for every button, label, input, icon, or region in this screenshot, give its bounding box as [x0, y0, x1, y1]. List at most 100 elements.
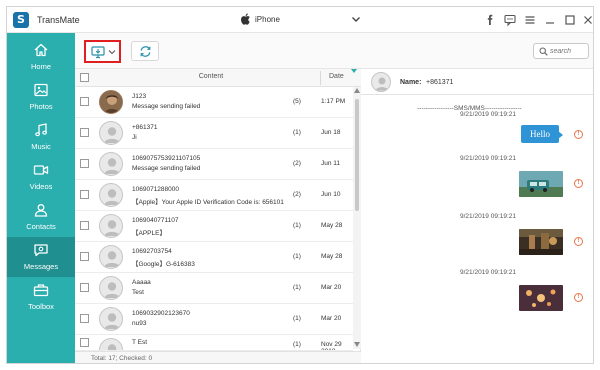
message-count: (1): [293, 284, 301, 291]
message-count: (1): [293, 253, 301, 260]
message-preview: Message sending failed: [132, 165, 201, 172]
app-logo: S: [13, 12, 29, 28]
table-row[interactable]: J123 Message sending failed (5) 1:17 PM: [75, 87, 353, 118]
row-checkbox[interactable]: [80, 159, 89, 168]
device-name: iPhone: [255, 15, 280, 24]
list-scrollbar[interactable]: [353, 87, 361, 349]
message-count: (1): [293, 315, 301, 322]
photos-icon: [34, 83, 48, 97]
column-header-content[interactable]: Content: [155, 73, 267, 80]
table-row[interactable]: 1069075753921107105 Message sending fail…: [75, 149, 353, 180]
default-avatar-icon: [104, 220, 120, 236]
chevron-down-icon: [108, 50, 116, 55]
contact-name: T Est: [132, 339, 148, 346]
sidebar-item-label: Toolbox: [28, 302, 54, 311]
sidebar-item-label: Music: [31, 142, 51, 151]
table-row[interactable]: Aaaaa Test (1) Mar 20: [75, 273, 353, 304]
message-list-pane: Content Date J123 Message sending failed…: [75, 69, 361, 363]
conversation-header: Name: +861371: [361, 69, 593, 95]
error-icon[interactable]: !: [574, 179, 583, 188]
row-checkbox[interactable]: [80, 283, 89, 292]
avatar: [99, 90, 123, 114]
sidebar-item-messages[interactable]: Messages: [7, 237, 75, 277]
table-row[interactable]: 10692703754 【Google】G-616383 (1) May 28: [75, 242, 353, 273]
row-checkbox[interactable]: [80, 314, 89, 323]
row-checkbox[interactable]: [80, 97, 89, 106]
list-header: Content Date: [75, 69, 361, 87]
maximize-icon[interactable]: [563, 13, 577, 27]
avatar: [99, 276, 123, 300]
sidebar-item-music[interactable]: Music: [7, 117, 75, 157]
default-avatar-icon: [104, 189, 120, 205]
message-date: May 28: [321, 253, 343, 260]
refresh-button[interactable]: [131, 41, 159, 61]
videos-icon: [33, 165, 49, 175]
error-icon[interactable]: !: [574, 237, 583, 246]
search-input[interactable]: [550, 45, 588, 57]
contact-name: 1069071288000: [132, 186, 179, 193]
avatar: [99, 121, 123, 145]
sidebar-item-photos[interactable]: Photos: [7, 77, 75, 117]
message-bubble: Hello: [521, 125, 559, 143]
message-preview: Test: [132, 289, 144, 296]
toolbox-icon: [33, 284, 49, 297]
error-icon[interactable]: !: [574, 293, 583, 302]
scroll-up-icon[interactable]: [354, 88, 360, 93]
scrollbar-thumb[interactable]: [355, 99, 359, 211]
row-checkbox[interactable]: [80, 338, 89, 347]
message-count: (1): [293, 129, 301, 136]
status-bar: Total: 17; Checked: 0: [75, 351, 361, 363]
sidebar-item-home[interactable]: Home: [7, 37, 75, 77]
message-preview: nu93: [132, 320, 147, 327]
contact-name: +861371: [132, 124, 158, 131]
table-row[interactable]: T Est (1) Nov 29 2018: [75, 335, 353, 351]
sidebar-item-label: Messages: [23, 262, 59, 271]
row-checkbox[interactable]: [80, 221, 89, 230]
image-attachment[interactable]: [519, 171, 563, 197]
message-date: 1:17 PM: [321, 98, 346, 105]
avatar: [99, 214, 123, 238]
search-box[interactable]: [533, 43, 589, 59]
message-count: (1): [293, 341, 301, 348]
table-row[interactable]: 1069071288000 【Apple】Your Apple ID Verif…: [75, 180, 353, 211]
message-date: Mar 20: [321, 315, 342, 322]
facebook-icon[interactable]: [483, 13, 497, 27]
sidebar-item-toolbox[interactable]: Toolbox: [7, 277, 75, 317]
select-all-checkbox[interactable]: [80, 73, 89, 82]
chevron-down-icon: [352, 17, 360, 22]
music-icon: [35, 123, 48, 137]
sidebar-item-contacts[interactable]: Contacts: [7, 197, 75, 237]
table-row[interactable]: +861371 Ji (1) Jun 18: [75, 118, 353, 149]
sidebar-item-videos[interactable]: Videos: [7, 157, 75, 197]
scroll-down-icon[interactable]: [354, 342, 360, 347]
sidebar-item-label: Photos: [29, 102, 53, 111]
image-attachment[interactable]: [519, 285, 563, 311]
menu-icon[interactable]: [523, 13, 537, 27]
message-timestamp: 9/21/2019 09:19:21: [460, 213, 517, 220]
device-selector[interactable]: iPhone: [239, 13, 363, 27]
message-timestamp: 9/21/2019 09:19:21: [460, 155, 517, 162]
title-bar: S TransMate iPhone: [7, 7, 593, 33]
table-row[interactable]: 1069032902123670 nu93 (1) Mar 20: [75, 304, 353, 335]
messages-icon: [34, 244, 48, 257]
error-icon[interactable]: !: [574, 130, 583, 139]
default-avatar-icon: [375, 77, 389, 91]
message-count: (2): [293, 191, 301, 198]
column-header-date[interactable]: Date: [329, 73, 344, 80]
close-icon[interactable]: [581, 13, 593, 27]
sidebar: Home Photos Music Videos Contacts Messag…: [7, 33, 75, 363]
row-checkbox[interactable]: [80, 190, 89, 199]
refresh-icon: [140, 46, 151, 57]
default-avatar-icon: [107, 344, 117, 350]
minimize-icon[interactable]: [543, 13, 557, 27]
table-row[interactable]: 1069040771107 【APPLE】 (1) May 28: [75, 211, 353, 242]
row-checkbox[interactable]: [80, 128, 89, 137]
row-checkbox[interactable]: [80, 252, 89, 261]
message-preview: 【APPLE】: [132, 230, 166, 237]
feedback-icon[interactable]: [503, 13, 517, 27]
sidebar-item-label: Videos: [29, 182, 53, 191]
contact-name: Aaaaa: [132, 279, 151, 286]
home-icon: [34, 43, 48, 57]
export-to-pc-button[interactable]: [84, 40, 121, 63]
image-attachment[interactable]: [519, 229, 563, 255]
